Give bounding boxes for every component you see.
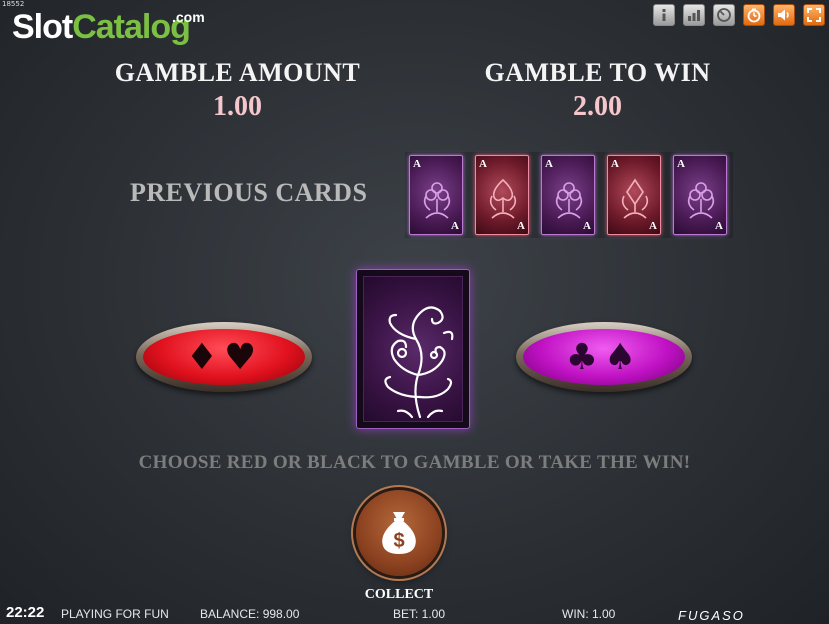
red-choice-face: ♦♥ — [143, 329, 305, 385]
gamble-to-win-label: GAMBLE TO WIN — [484, 58, 711, 87]
clock: 22:22 — [6, 604, 45, 621]
previous-card-1: A A — [409, 155, 463, 235]
provider-logo: FUGASO — [678, 608, 745, 623]
gamble-amount-value: 1.00 — [213, 91, 262, 122]
speaker-icon — [778, 9, 789, 21]
logo-com-text: .com — [172, 9, 205, 25]
clubs-floral-icon — [555, 182, 583, 219]
gamble-card-back — [356, 269, 470, 429]
top-toolbar — [653, 4, 825, 26]
info-icon — [662, 9, 666, 21]
floral-swirl-icon — [384, 306, 454, 419]
previous-cards-strip: A A A A A A A A A A — [405, 152, 733, 238]
bar-chart-icon — [688, 10, 700, 21]
money-bag-icon: $ — [382, 512, 416, 554]
win: WIN: 1.00 — [562, 607, 616, 621]
build-id: 18552 — [2, 0, 25, 8]
previous-cards-label: PREVIOUS CARDS — [130, 178, 368, 207]
bet: BET: 1.00 — [393, 607, 446, 621]
info-button[interactable] — [653, 4, 675, 26]
gamble-to-win-value: 2.00 — [573, 91, 622, 122]
paytable-button[interactable] — [683, 4, 705, 26]
diamond-floral-icon — [621, 178, 649, 219]
balance: BALANCE: 998.00 — [200, 607, 300, 621]
previous-card-3: A A — [541, 155, 595, 235]
previous-card-5: A A — [673, 155, 727, 235]
fullscreen-button[interactable] — [803, 4, 825, 26]
status-bar: 22:22 PLAYING FOR FUN BALANCE: 998.00 BE… — [0, 600, 829, 624]
black-choice-face: ♣♠ — [523, 329, 685, 385]
club-spade-icon: ♣♠ — [565, 336, 643, 378]
fullscreen-icon — [807, 8, 821, 22]
dollar-sign: $ — [393, 530, 404, 552]
autoplay-button[interactable] — [743, 4, 765, 26]
clubs-floral-icon — [687, 182, 715, 219]
card-back-panel — [363, 276, 463, 422]
collect-button[interactable]: $ — [356, 490, 442, 576]
previous-card-2: A A — [475, 155, 529, 235]
slotcatalog-logo: SlotCatalog .com — [12, 8, 205, 47]
black-choice-button[interactable]: ♣♠ — [516, 322, 692, 392]
previous-card-4: A A — [607, 155, 661, 235]
settings-button[interactable] — [713, 4, 735, 26]
sound-button[interactable] — [773, 4, 795, 26]
logo-slot-text: Slot — [12, 8, 73, 46]
diamond-heart-icon: ♦♥ — [185, 336, 263, 378]
red-choice-button[interactable]: ♦♥ — [136, 322, 312, 392]
play-mode: PLAYING FOR FUN — [61, 607, 169, 621]
gamble-amount-label: GAMBLE AMOUNT — [114, 58, 361, 87]
clock-icon — [747, 8, 761, 23]
instruction-text: CHOOSE RED OR BLACK TO GAMBLE OR TAKE TH… — [138, 452, 691, 473]
spade-floral-icon — [489, 178, 517, 219]
clubs-floral-icon — [423, 182, 451, 219]
gauge-icon — [717, 8, 731, 22]
